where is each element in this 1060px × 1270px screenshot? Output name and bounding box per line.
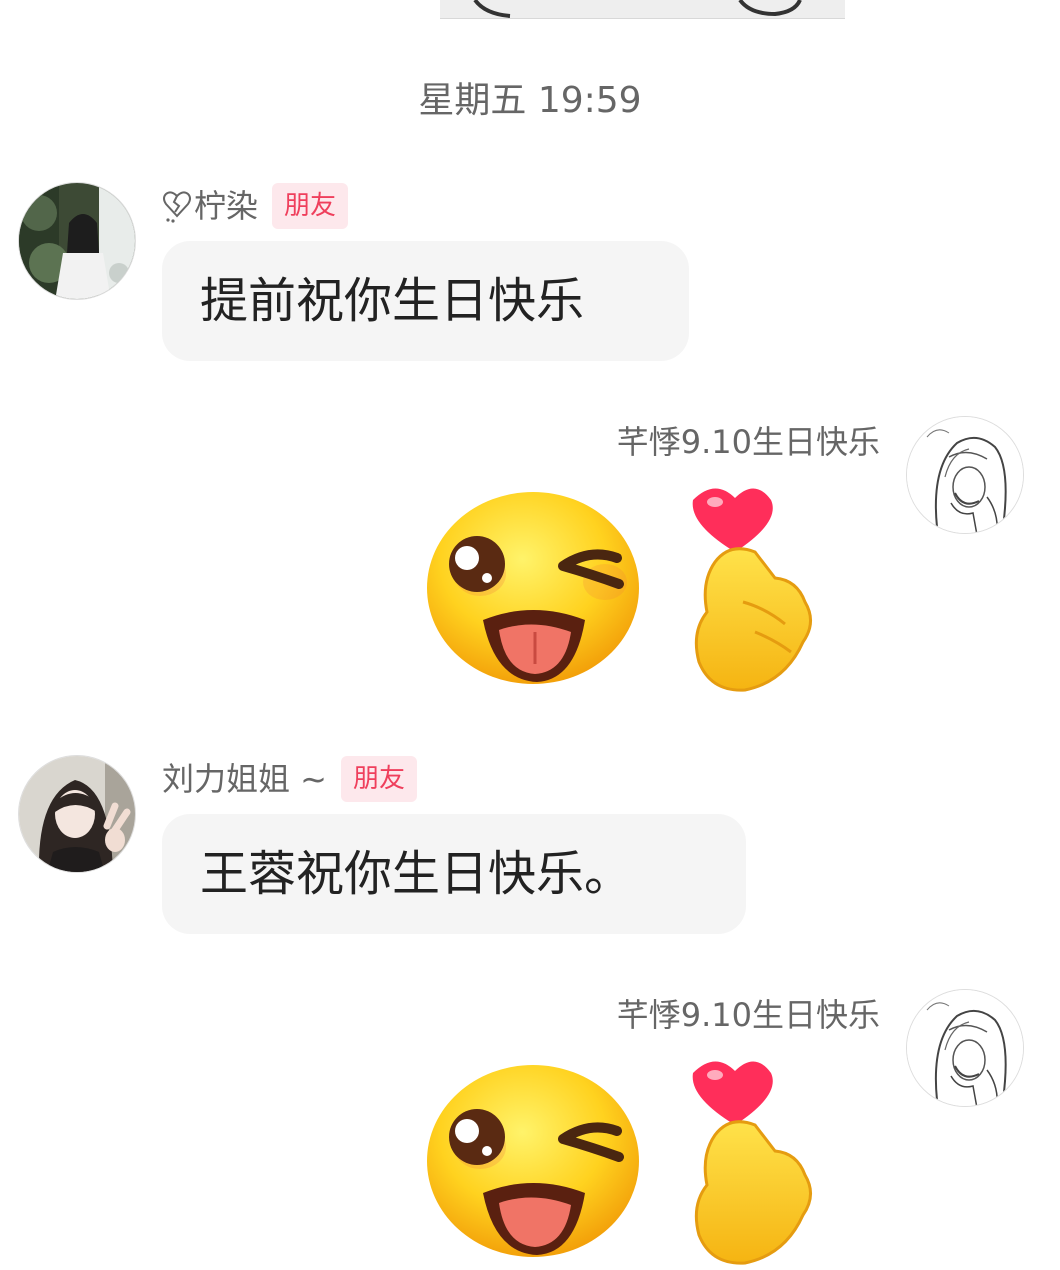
- message-bubble[interactable]: 提前祝你生日快乐: [162, 241, 689, 361]
- self-avatar[interactable]: [906, 989, 1024, 1107]
- sticker-message[interactable]: [425, 482, 825, 697]
- sender-avatar[interactable]: [18, 182, 136, 300]
- previous-image-message[interactable]: [440, 0, 845, 19]
- sender-avatar[interactable]: [18, 755, 136, 873]
- self-avatar[interactable]: [906, 416, 1024, 534]
- sender-name[interactable]: 刘力姐姐 ~: [162, 757, 327, 801]
- friend-badge: 朋友: [341, 756, 418, 802]
- sketch-girl-avatar-icon: [907, 417, 1023, 533]
- message-bubble[interactable]: 王蓉祝你生日快乐。: [162, 814, 746, 934]
- wink-tongue-heart-sticker-icon: [427, 1061, 812, 1265]
- sender-name-row: 柠染 朋友: [162, 182, 349, 230]
- sender-name[interactable]: 柠染: [194, 184, 258, 228]
- friend-badge: 朋友: [272, 183, 349, 229]
- sketch-girl-avatar-icon: [907, 990, 1023, 1106]
- girl-peace-sign-avatar-icon: [19, 756, 135, 872]
- self-name: 芊悸9.10生日快乐: [616, 423, 880, 461]
- sticker-message[interactable]: [425, 1055, 825, 1270]
- broken-heart-icon: [163, 191, 191, 223]
- sender-name-row: 刘力姐姐 ~ 朋友: [162, 755, 418, 803]
- self-name: 芊悸9.10生日快乐: [616, 996, 880, 1034]
- girl-in-forest-avatar-icon: [19, 183, 135, 299]
- chat-timestamp: 星期五 19:59: [418, 80, 642, 121]
- wink-tongue-heart-sticker-icon: [427, 488, 812, 692]
